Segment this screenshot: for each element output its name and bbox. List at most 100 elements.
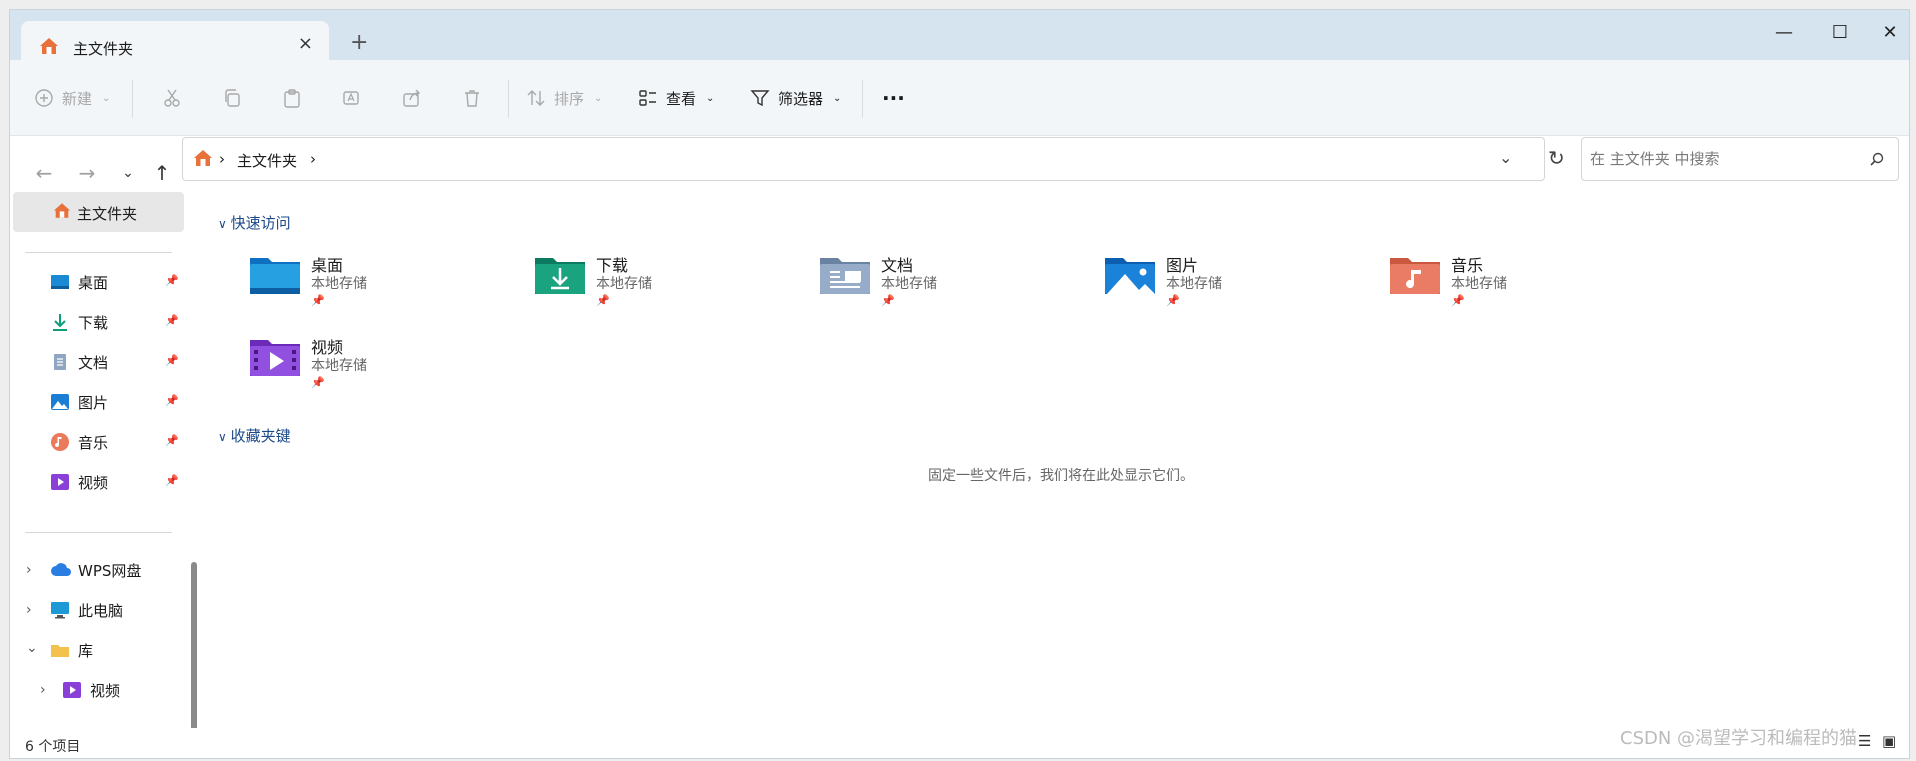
address-history-chevron-icon[interactable]: ⌄ (1499, 148, 1512, 167)
sidebar-label: 桌面 (78, 273, 109, 292)
videos-folder-icon (250, 340, 300, 376)
refresh-icon[interactable]: ↻ (1548, 146, 1565, 170)
cut-button[interactable] (162, 84, 182, 112)
downloads-folder-icon (535, 258, 585, 294)
breadcrumb-home[interactable]: 主文件夹 (237, 150, 297, 171)
pin-icon: 📌 (596, 294, 610, 307)
collapse-chevron-icon[interactable]: ⌄ (26, 640, 38, 656)
sidebar-item-pictures[interactable]: 图片 (50, 386, 108, 418)
expand-chevron-icon[interactable]: › (40, 682, 46, 698)
sidebar-item-downloads[interactable]: 下载 (50, 306, 108, 338)
sidebar-scrollbar[interactable] (191, 562, 197, 742)
sidebar-item-this-pc[interactable]: 此电脑 (50, 594, 123, 626)
favorites-label: 收藏夹键 (230, 427, 291, 445)
sidebar-item-music[interactable]: 音乐 (50, 426, 108, 458)
sidebar-home-label: 主文件夹 (77, 205, 138, 223)
tile-music[interactable]: 音乐 本地存储 📌 (1378, 242, 1658, 312)
pin-icon: 📌 (1451, 294, 1465, 307)
sidebar-label: 此电脑 (78, 601, 124, 620)
desktop-icon (50, 272, 70, 292)
computer-icon (50, 600, 70, 620)
view-label: 查看 (666, 89, 697, 108)
tile-videos[interactable]: 视频 本地存储 📌 (238, 324, 518, 394)
cut-icon (164, 89, 180, 107)
pin-icon: 📌 (1166, 294, 1180, 307)
new-tab-button[interactable]: + (350, 30, 368, 55)
tab-title: 主文件夹 (73, 40, 134, 58)
more-options-icon[interactable]: ··· (882, 84, 905, 112)
sidebar-label: WPS网盘 (78, 561, 142, 580)
new-button[interactable]: 新建 ⌄ (34, 84, 110, 112)
forward-icon[interactable]: → (72, 158, 102, 188)
tab-close-icon[interactable]: × (298, 33, 313, 54)
view-button[interactable]: 查看 ⌄ (638, 84, 714, 112)
quick-access-header[interactable]: ∨ 快速访问 (218, 212, 291, 233)
pin-icon[interactable]: 📌 (165, 274, 179, 287)
back-icon[interactable]: ← (29, 158, 59, 188)
pin-icon[interactable]: 📌 (165, 314, 179, 327)
copy-button[interactable] (222, 84, 242, 112)
address-bar[interactable]: › 主文件夹 › ⌄ (182, 137, 1545, 181)
documents-icon (50, 352, 70, 372)
pin-icon[interactable]: 📌 (165, 474, 179, 487)
tile-downloads[interactable]: 下载 本地存储 📌 (523, 242, 803, 312)
recent-locations-icon[interactable]: ⌄ (113, 158, 143, 188)
tile-pictures[interactable]: 图片 本地存储 📌 (1093, 242, 1373, 312)
home-icon (39, 37, 59, 59)
filter-icon (750, 90, 770, 107)
minimize-button[interactable]: — (1764, 22, 1804, 50)
share-button[interactable] (402, 84, 422, 112)
pin-icon[interactable]: 📌 (165, 434, 179, 447)
filter-button[interactable]: 筛选器 ⌄ (750, 84, 841, 112)
pin-icon[interactable]: 📌 (165, 394, 179, 407)
search-icon[interactable] (1870, 152, 1884, 166)
rename-icon (343, 91, 359, 105)
music-folder-icon (1390, 258, 1440, 294)
sidebar-item-documents[interactable]: 文档 (50, 346, 108, 378)
sidebar-label: 库 (78, 641, 94, 660)
filter-label: 筛选器 (778, 89, 824, 108)
tile-sub: 本地存储 (596, 276, 652, 292)
sidebar-label: 文档 (78, 353, 109, 372)
sort-label: 排序 (554, 89, 585, 108)
details-view-icon[interactable]: ☰ (1858, 732, 1871, 750)
up-icon[interactable]: ↑ (147, 158, 177, 188)
home-icon (53, 202, 71, 223)
pictures-folder-icon (1105, 258, 1155, 294)
favorites-header[interactable]: ∨ 收藏夹键 (218, 425, 291, 446)
rename-button[interactable] (342, 84, 362, 112)
delete-button[interactable] (462, 84, 482, 112)
tile-documents[interactable]: 文档 本地存储 📌 (808, 242, 1088, 312)
divider (25, 532, 172, 533)
window-close-button[interactable]: ✕ (1870, 22, 1909, 50)
tiles-view-icon[interactable]: ▣ (1882, 732, 1896, 750)
chevron-down-icon: ∨ (218, 430, 231, 444)
sidebar-item-home[interactable]: 主文件夹 (13, 192, 184, 232)
breadcrumb-separator[interactable]: › (219, 150, 225, 168)
pin-icon[interactable]: 📌 (165, 354, 179, 367)
item-count: 6 个项目 (25, 739, 81, 755)
sidebar-item-desktop[interactable]: 桌面 (50, 266, 108, 298)
breadcrumb-separator[interactable]: › (310, 150, 316, 168)
pin-icon: 📌 (881, 294, 895, 307)
search-box[interactable] (1581, 137, 1899, 181)
search-input[interactable] (1590, 148, 1850, 170)
sidebar-item-videos[interactable]: 视频 (50, 466, 108, 498)
tile-desktop[interactable]: 桌面 本地存储 📌 (238, 242, 518, 312)
sidebar-item-wps-cloud[interactable]: WPS网盘 (50, 554, 141, 586)
expand-chevron-icon[interactable]: › (26, 602, 32, 618)
sidebar-label: 音乐 (78, 433, 109, 452)
paste-button[interactable] (282, 84, 302, 112)
sort-button[interactable]: 排序 ⌄ (526, 84, 602, 112)
expand-chevron-icon[interactable]: › (26, 562, 32, 578)
file-explorer-window: 主文件夹 × + — ☐ ✕ 新建 ⌄ 排序 ⌄ 查看 ⌄ 筛选器 ⌄ ··· … (9, 9, 1910, 759)
favorites-empty-message: 固定一些文件后，我们将在此处显示它们。 (928, 468, 1194, 484)
sidebar-label: 下载 (78, 313, 109, 332)
divider (508, 80, 509, 118)
tile-sub: 本地存储 (1451, 276, 1507, 292)
sidebar-item-library[interactable]: 库 (50, 634, 93, 666)
divider (25, 252, 172, 253)
share-icon (403, 89, 420, 107)
sidebar-item-library-videos[interactable]: 视频 (62, 674, 120, 706)
maximize-button[interactable]: ☐ (1820, 22, 1860, 50)
